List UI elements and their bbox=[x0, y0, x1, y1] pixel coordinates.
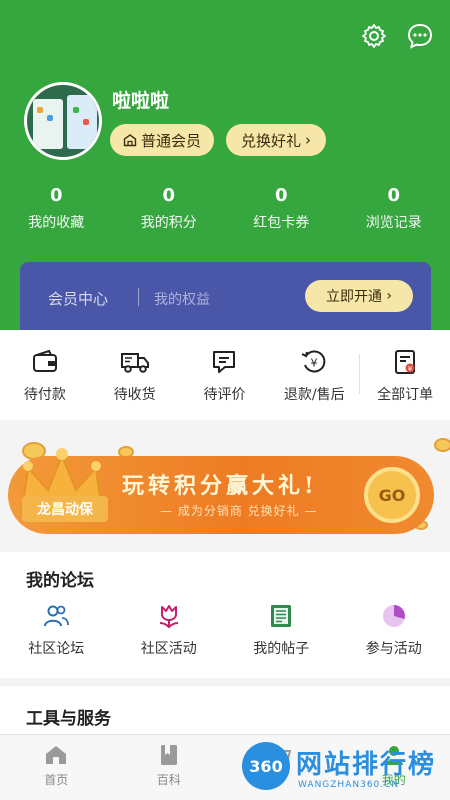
tab-label: 百科 bbox=[156, 773, 181, 787]
stat-label: 浏览记录 bbox=[365, 215, 422, 231]
activate-now-button[interactable]: 立即开通 › bbox=[305, 280, 413, 312]
forum-item-label: 社区活动 bbox=[140, 641, 197, 657]
activate-now-label: 立即开通 bbox=[325, 289, 382, 305]
stat-history[interactable]: 0 浏览记录 bbox=[338, 184, 450, 232]
avatar-photo-part bbox=[47, 115, 53, 121]
stat-favorites[interactable]: 0 我的收藏 bbox=[0, 184, 113, 232]
vip-center-title: 会员中心 bbox=[48, 290, 109, 308]
header-actions bbox=[360, 22, 434, 50]
order-pending-receipt[interactable]: 待收货 bbox=[90, 330, 180, 420]
banner-subtitle: — 成为分销商 兑换好礼 — bbox=[160, 504, 318, 518]
watermark-text: 网站排行榜 bbox=[296, 750, 437, 780]
svg-text:¥: ¥ bbox=[408, 365, 413, 373]
wallet-icon bbox=[32, 349, 57, 372]
stats-row: 0 我的收藏 0 我的积分 0 红包卡券 0 浏览记录 bbox=[0, 184, 450, 232]
member-level-label: 普通会员 bbox=[140, 131, 201, 150]
forum-item-label: 社区论坛 bbox=[28, 641, 85, 657]
avatar-photo-part bbox=[37, 107, 43, 113]
chevron-right-icon: › bbox=[381, 288, 393, 304]
section-title: 工具与服务 bbox=[26, 709, 111, 729]
tab-home[interactable]: 首页 bbox=[0, 735, 113, 800]
svg-text:¥: ¥ bbox=[311, 357, 318, 370]
tab-encyclopedia[interactable]: 百科 bbox=[113, 735, 226, 800]
watermark-badge: 360 bbox=[242, 742, 290, 790]
comment-icon bbox=[213, 351, 236, 373]
book-icon bbox=[160, 745, 177, 765]
people-icon bbox=[44, 605, 70, 627]
exchange-gifts-button[interactable]: 兑换好礼 › bbox=[226, 124, 326, 156]
stat-value: 0 bbox=[49, 185, 63, 206]
member-level-badge[interactable]: 普通会员 bbox=[110, 124, 214, 156]
message-icon[interactable] bbox=[406, 22, 434, 50]
my-forum-section: 我的论坛 社区论坛 社区活动 我的帖子 参与活动 bbox=[0, 552, 450, 678]
chevron-right-icon: › bbox=[305, 131, 311, 149]
stat-value: 0 bbox=[387, 185, 401, 206]
coin-decoration bbox=[434, 438, 450, 452]
settings-icon[interactable] bbox=[360, 22, 388, 50]
crown-house-icon bbox=[123, 134, 137, 147]
truck-icon bbox=[120, 353, 149, 373]
promo-banner[interactable]: 龙昌动保 玩转积分赢大礼! — 成为分销商 兑换好礼 — GO bbox=[0, 424, 450, 548]
order-status-row: 待付款 待收货 待评价 ¥ 退款/售后 ¥ 全部订单 bbox=[0, 330, 450, 420]
banner-title: 玩转积分赢大礼! bbox=[122, 473, 318, 499]
stat-label: 红包卡券 bbox=[253, 215, 310, 231]
order-all[interactable]: ¥ 全部订单 bbox=[360, 330, 450, 420]
forum-item-label: 参与活动 bbox=[365, 641, 422, 657]
watermark-url: WANGZHAN360.CN bbox=[298, 780, 400, 790]
home-icon bbox=[46, 746, 67, 764]
exchange-gifts-label: 兑换好礼 bbox=[240, 131, 301, 150]
order-label: 待评价 bbox=[203, 387, 246, 403]
avatar[interactable] bbox=[24, 82, 102, 160]
order-label: 退款/售后 bbox=[283, 387, 345, 403]
avatar-photo-part bbox=[67, 95, 97, 149]
order-list-icon: ¥ bbox=[395, 350, 416, 374]
watermark-logo: 360 网站排行榜 WANGZHAN360.CN bbox=[242, 742, 450, 798]
order-pending-payment[interactable]: 待付款 bbox=[0, 330, 90, 420]
forum-item-label: 我的帖子 bbox=[253, 641, 310, 657]
refund-icon: ¥ bbox=[301, 350, 326, 373]
forum-community[interactable]: 社区论坛 bbox=[0, 602, 113, 658]
avatar-photo-part bbox=[73, 107, 79, 113]
vip-center-card[interactable]: 会员中心 我的权益 立即开通 › bbox=[20, 262, 431, 332]
forum-join-activities[interactable]: 参与活动 bbox=[338, 602, 450, 658]
tools-services-section: 工具与服务 bbox=[0, 686, 450, 734]
pie-icon bbox=[382, 605, 405, 627]
username: 啦啦啦 bbox=[112, 90, 170, 112]
newspaper-icon bbox=[271, 605, 292, 627]
stat-value: 0 bbox=[162, 185, 176, 206]
order-refund[interactable]: ¥ 退款/售后 bbox=[269, 330, 359, 420]
stat-label: 我的积分 bbox=[140, 215, 197, 231]
order-label: 待收货 bbox=[113, 387, 156, 403]
forum-items: 社区论坛 社区活动 我的帖子 参与活动 bbox=[0, 602, 450, 658]
section-title: 我的论坛 bbox=[26, 571, 94, 591]
order-label: 待付款 bbox=[23, 387, 66, 403]
forum-activities[interactable]: 社区活动 bbox=[113, 602, 226, 658]
banner-brand-logo: 龙昌动保 bbox=[22, 496, 108, 522]
vip-divider bbox=[138, 288, 139, 306]
forum-my-posts[interactable]: 我的帖子 bbox=[225, 602, 338, 658]
banner-go-button[interactable]: GO bbox=[364, 467, 420, 523]
order-pending-review[interactable]: 待评价 bbox=[180, 330, 270, 420]
stat-label: 我的收藏 bbox=[28, 215, 85, 231]
avatar-photo-part bbox=[83, 119, 89, 125]
tulip-icon bbox=[159, 605, 178, 629]
stat-points[interactable]: 0 我的积分 bbox=[113, 184, 226, 232]
tab-label: 首页 bbox=[44, 773, 69, 787]
vip-benefits-label: 我的权益 bbox=[154, 292, 210, 308]
stat-coupons[interactable]: 0 红包卡券 bbox=[225, 184, 338, 232]
stat-value: 0 bbox=[274, 185, 288, 206]
order-label: 全部订单 bbox=[377, 387, 434, 403]
